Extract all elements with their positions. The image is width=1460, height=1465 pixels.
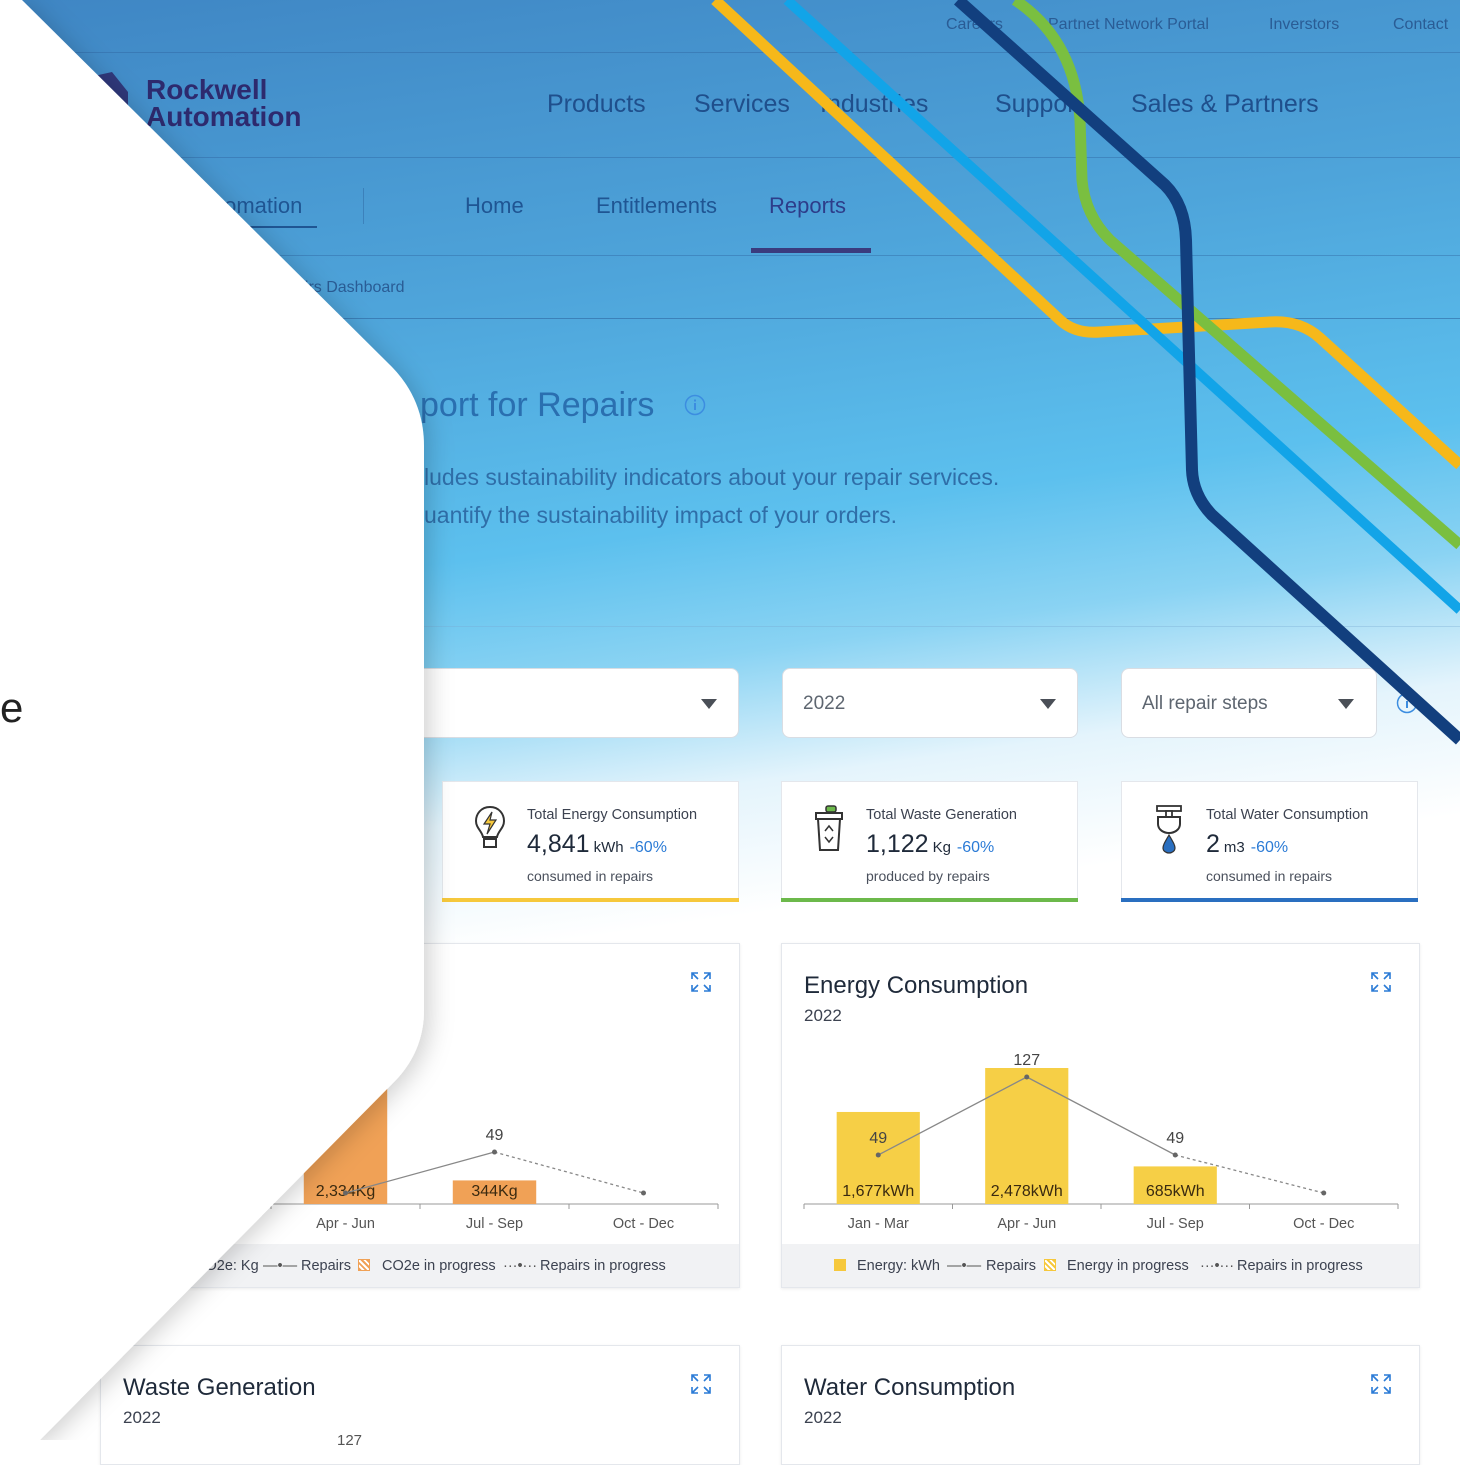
overlay-panel <box>0 0 424 1440</box>
overlay-text: e <box>0 684 24 731</box>
